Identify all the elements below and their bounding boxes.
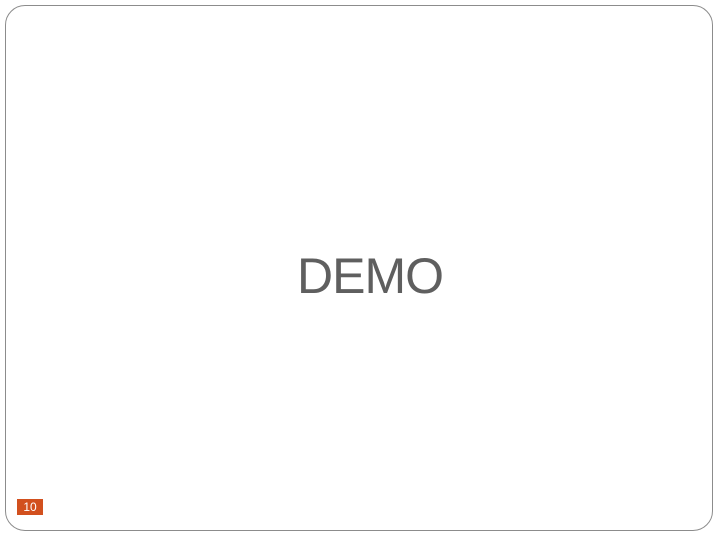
- slide: DEMO 10: [0, 0, 720, 540]
- slide-title: DEMO: [297, 248, 444, 304]
- slide-number-badge: 10: [17, 499, 43, 515]
